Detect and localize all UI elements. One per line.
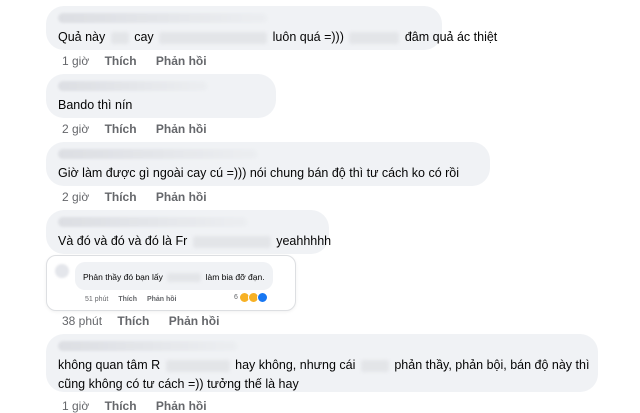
comment-actions: 1 giờ Thích Phản hồi (62, 54, 223, 68)
comment-text-part: không quan tâm R (58, 358, 161, 372)
embedded-comment-bubble: Phản thầy đó bạn lấy làm bia đỡ đạn. (75, 262, 273, 290)
timestamp[interactable]: 2 giờ (62, 122, 89, 136)
timestamp[interactable]: 1 giờ (62, 54, 89, 68)
author-name-blurred[interactable] (58, 81, 208, 91)
comment-3: Giờ làm được gì ngoài cay cú =))) nói ch… (46, 142, 490, 186)
author-name-blurred[interactable] (58, 341, 238, 351)
redacted-text (360, 359, 389, 372)
comment-actions: 2 giờ Thích Phản hồi (62, 122, 223, 136)
comment-text: cũng không có tư cách =)) tưởng thế là h… (58, 377, 299, 391)
embedded-comment-text: làm bia đỡ đạn. (205, 272, 265, 282)
reply-button[interactable]: Phản hồi (156, 399, 207, 413)
comment-text: Và đó và đó và đó là Fr yeahhhhh (58, 232, 331, 251)
comment-text-part: hay không, nhưng cái (235, 358, 356, 372)
comment-bubble: Bando thì nín (46, 74, 276, 118)
redacted-text (167, 273, 202, 283)
like-button[interactable]: Thích (105, 190, 137, 204)
embedded-timestamp: 51 phút (85, 296, 109, 303)
comment-text-part: Và đó và đó và đó là Fr (58, 234, 188, 248)
like-button[interactable]: Thích (105, 122, 137, 136)
avatar (55, 264, 69, 278)
comment-4: Và đó và đó và đó là Fr yeahhhhh (46, 210, 331, 254)
embedded-comment-actions: 51 phút Thích Phản hồi (85, 296, 185, 303)
author-name-blurred[interactable] (58, 217, 248, 227)
comment-text-part: Quả này (58, 30, 106, 44)
comment-bubble: Quả này cay luôn quá =))) đâm quả ác thi… (46, 6, 497, 50)
comment-thread: Quả này cay luôn quá =))) đâm quả ác thi… (0, 0, 640, 413)
comment-actions: 2 giờ Thích Phản hồi (62, 190, 223, 204)
embedded-reply-label: Phản hồi (146, 296, 177, 303)
timestamp[interactable]: 2 giờ (62, 190, 89, 204)
reaction-summary[interactable]: 6 (234, 292, 268, 303)
comment-1: Quả này cay luôn quá =))) đâm quả ác thi… (46, 6, 497, 50)
reaction-count: 6 (234, 294, 238, 301)
comment-text: Quả này cay luôn quá =))) đâm quả ác thi… (58, 28, 497, 47)
redacted-text (159, 31, 268, 44)
redacted-text (192, 235, 271, 248)
like-button[interactable]: Thích (105, 54, 137, 68)
embedded-like-label: Thích (118, 296, 137, 303)
timestamp[interactable]: 1 giờ (62, 399, 89, 413)
comment-bubble: không quan tâm R hay không, nhưng cái ph… (46, 334, 598, 392)
author-name-blurred[interactable] (58, 13, 268, 23)
embedded-comment-text: Phản thầy đó bạn lấy (83, 272, 163, 282)
reply-button[interactable]: Phản hồi (169, 314, 220, 328)
comment-text-part: yeahhhhh (276, 234, 332, 248)
comment-text: Giờ làm được gì ngoài cay cú =))) nói ch… (58, 166, 460, 180)
comment-text-part: đâm quả ác thiệt (404, 30, 498, 44)
comment-text-part: luôn quá =))) (272, 30, 344, 44)
comment-bubble: Và đó và đó và đó là Fr yeahhhhh (46, 210, 331, 254)
like-button[interactable]: Thích (117, 314, 149, 328)
comment-2: Bando thì nín (46, 74, 276, 118)
comment-actions: 1 giờ Thích Phản hồi (62, 399, 223, 413)
author-name-blurred[interactable] (58, 149, 258, 159)
redacted-text (110, 31, 129, 44)
comment-5: không quan tâm R hay không, nhưng cái ph… (46, 334, 598, 392)
redacted-text (165, 359, 230, 372)
comment-actions: 38 phút Thích Phản hồi (62, 314, 235, 328)
reply-button[interactable]: Phản hồi (156, 190, 207, 204)
comment-text-part: cay (134, 30, 154, 44)
like-reaction-icon (256, 292, 268, 303)
reply-button[interactable]: Phản hồi (156, 122, 207, 136)
comment-bubble: Giờ làm được gì ngoài cay cú =))) nói ch… (46, 142, 490, 186)
reply-button[interactable]: Phản hồi (156, 54, 207, 68)
comment-text-part: phản thầy, phản bội, bán độ này thì (394, 358, 590, 372)
comment-text: Bando thì nín (58, 98, 133, 112)
timestamp[interactable]: 38 phút (62, 314, 102, 328)
redacted-text (349, 31, 400, 44)
like-button[interactable]: Thích (105, 399, 137, 413)
comment-text: không quan tâm R hay không, nhưng cái ph… (58, 356, 590, 375)
